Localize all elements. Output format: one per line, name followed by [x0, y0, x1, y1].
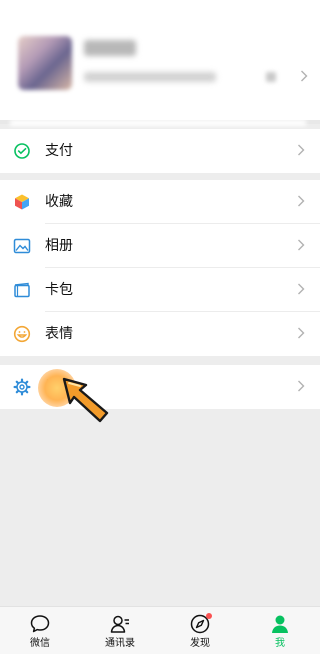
menu-item-label: 卡包 — [45, 282, 73, 298]
chevron-right-icon — [298, 327, 305, 339]
chevron-right-icon — [298, 195, 305, 207]
chat-bubble-icon — [30, 615, 50, 633]
pointer-arrow-icon — [62, 377, 109, 423]
profile-name-blurred — [84, 40, 136, 56]
chevron-right-icon — [298, 380, 305, 392]
tab-me[interactable]: 我 — [240, 607, 320, 654]
profile-header[interactable] — [0, 0, 320, 120]
qr-code-icon[interactable] — [266, 72, 276, 82]
menu-item-label: 收藏 — [45, 194, 73, 210]
tab-label: 发现 — [190, 638, 210, 649]
tab-contacts[interactable]: 通讯录 — [80, 607, 160, 654]
chevron-right-icon — [301, 70, 308, 82]
contacts-icon — [110, 615, 129, 633]
tab-label: 我 — [275, 638, 285, 649]
menu-item-favorites[interactable]: 收藏 — [0, 180, 320, 224]
wechat-pay-icon — [14, 143, 30, 159]
menu-item-cards[interactable]: 卡包 — [0, 268, 320, 312]
sticker-smile-icon — [13, 325, 31, 343]
bottom-tab-bar: 微信 通讯录 发现 我 — [0, 606, 320, 654]
notification-badge — [206, 613, 212, 619]
menu-item-album[interactable]: 相册 — [0, 224, 320, 268]
chevron-right-icon — [298, 144, 305, 156]
favorites-cube-icon — [15, 194, 29, 210]
tab-label: 微信 — [30, 638, 50, 649]
album-picture-icon — [13, 238, 31, 254]
tab-discover[interactable]: 发现 — [160, 607, 240, 654]
menu-item-label: 表情 — [45, 326, 73, 342]
menu-item-label: 支付 — [45, 143, 73, 159]
avatar[interactable] — [18, 36, 72, 90]
status-strip-blurred — [0, 120, 320, 124]
tab-chats[interactable]: 微信 — [0, 607, 80, 654]
menu-item-stickers[interactable]: 表情 — [0, 312, 320, 356]
profile-id-blurred — [84, 72, 216, 82]
tab-label: 通讯录 — [105, 638, 135, 649]
card-wallet-icon — [14, 282, 30, 298]
menu-item-label: 相册 — [45, 238, 73, 254]
me-person-icon — [272, 615, 288, 633]
settings-gear-icon — [13, 378, 31, 396]
menu-item-pay[interactable]: 支付 — [0, 129, 320, 173]
chevron-right-icon — [298, 283, 305, 295]
chevron-right-icon — [298, 239, 305, 251]
